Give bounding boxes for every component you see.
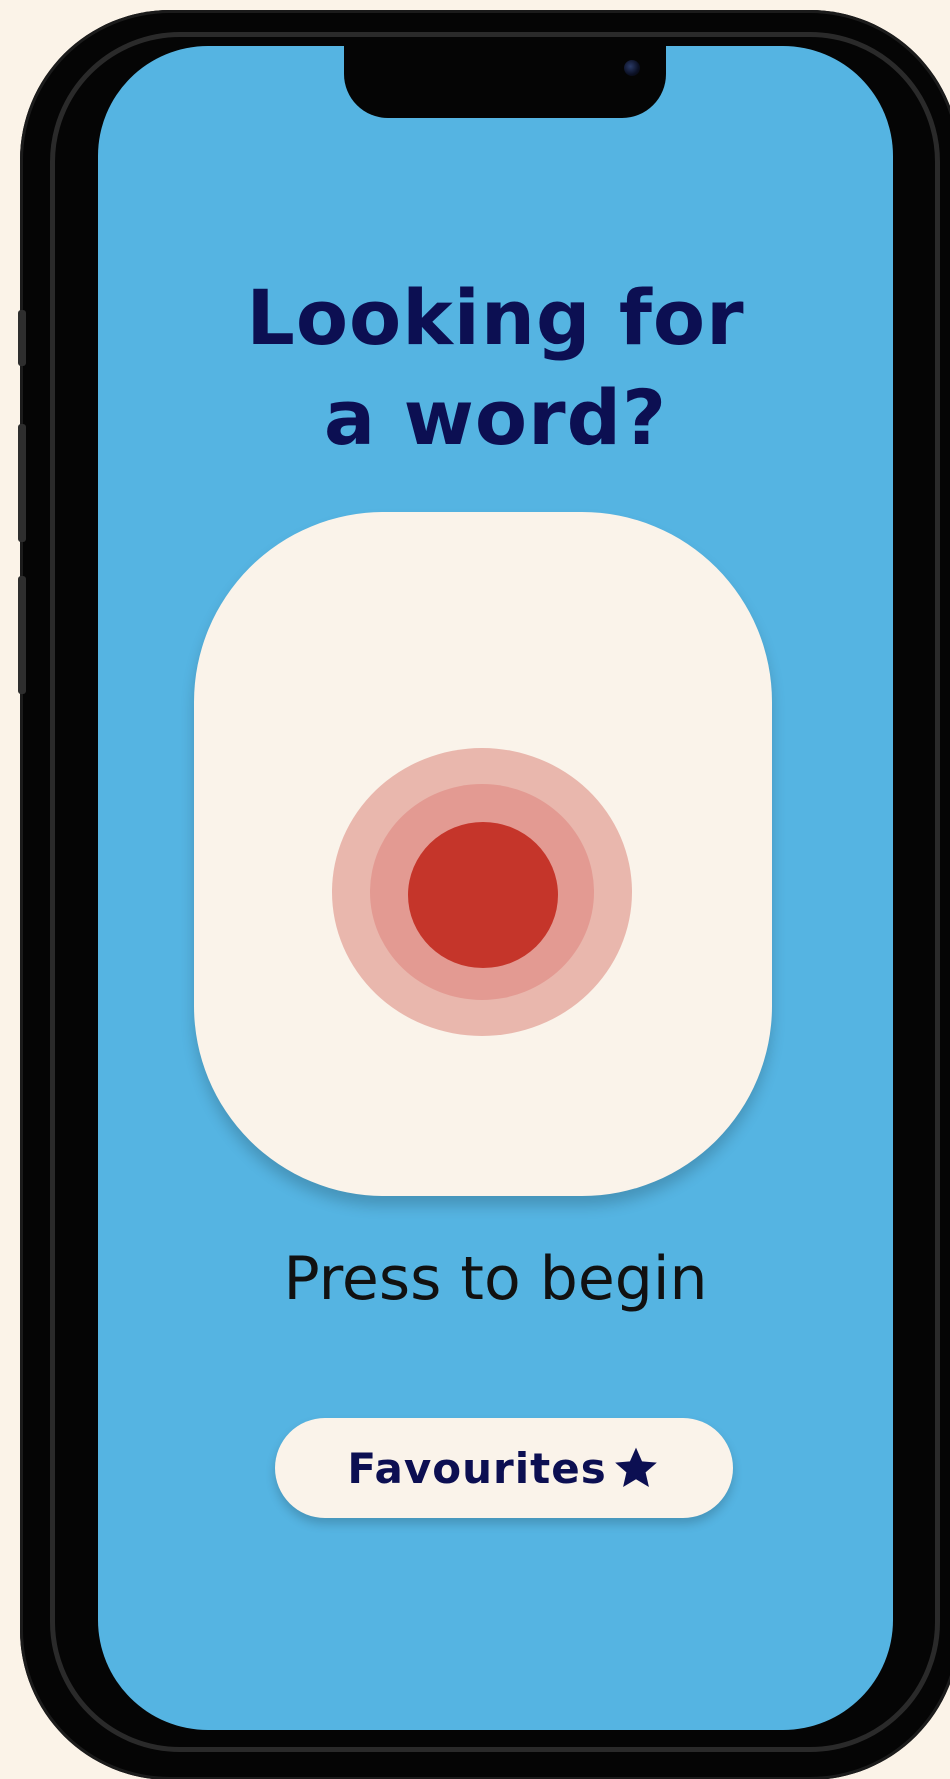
press-to-begin-label: Press to begin — [283, 1244, 708, 1314]
volume-up-button — [18, 424, 26, 542]
record-button[interactable] — [194, 512, 772, 1196]
page-background: Looking for a word? Press to begin Favou… — [0, 0, 950, 1779]
phone-screen: Looking for a word? Press to begin Favou… — [98, 46, 893, 1730]
favourites-button[interactable]: Favourites — [275, 1418, 733, 1518]
title-line-2: a word? — [323, 373, 668, 462]
star-icon — [614, 1447, 657, 1487]
notch — [344, 46, 666, 118]
side-button — [18, 310, 26, 366]
page-title: Looking for a word? — [98, 268, 893, 468]
record-dot-icon — [408, 822, 558, 968]
phone-frame: Looking for a word? Press to begin Favou… — [18, 10, 950, 1779]
favourites-label: Favourites — [347, 1443, 607, 1493]
title-line-1: Looking for — [246, 273, 745, 362]
volume-down-button — [18, 576, 26, 694]
camera-icon — [624, 60, 640, 76]
